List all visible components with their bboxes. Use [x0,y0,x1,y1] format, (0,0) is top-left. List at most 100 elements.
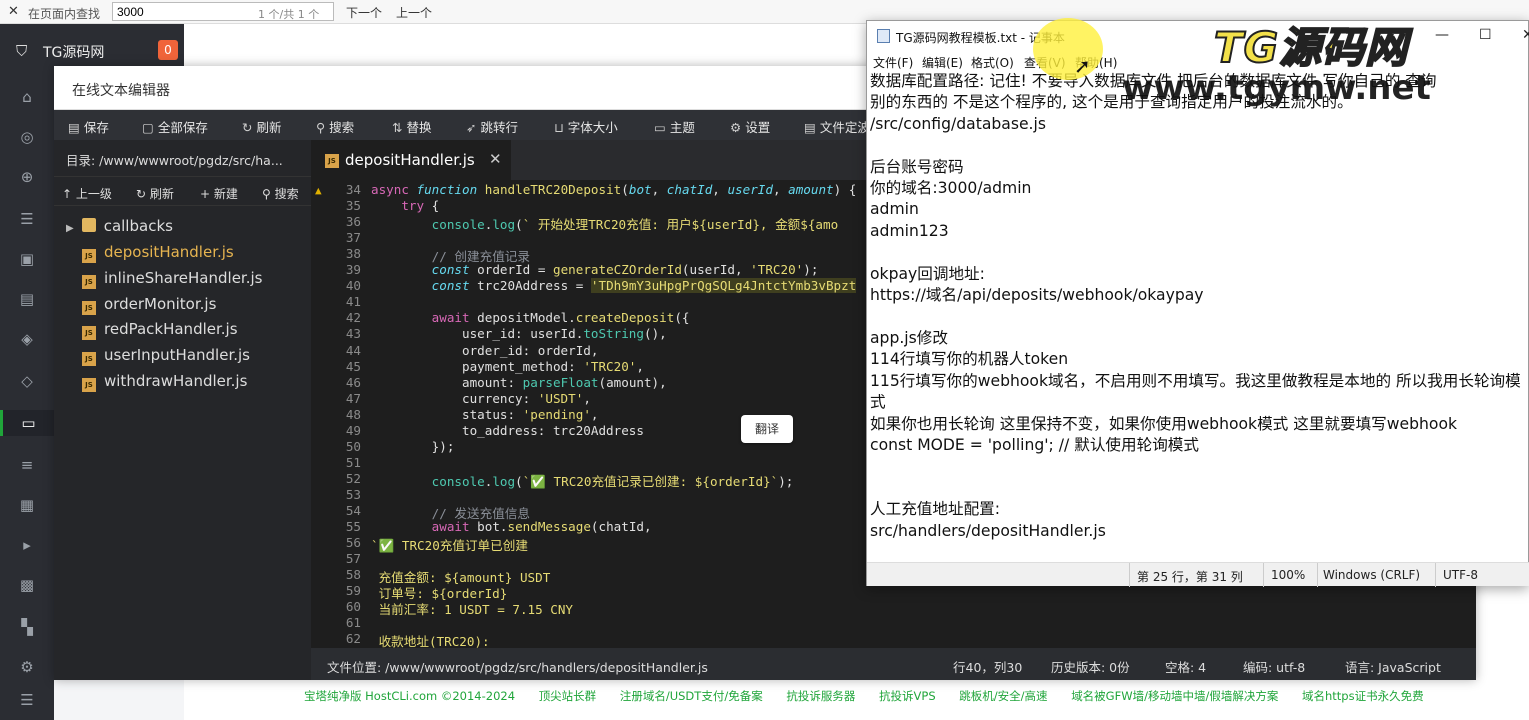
refresh-label: 刷新 [256,120,282,135]
new-file-label: 新建 [213,187,238,201]
code-line: console.log(` 开始处理TRC20充值: 用户${userId}, … [431,217,839,233]
tree-file-userinputhandler[interactable]: JS userInputHandler.js [82,346,250,372]
tree-folder-callbacks[interactable]: ▶ callbacks [66,217,173,243]
line-number: 57 [345,551,361,567]
line-number: 59 [345,583,361,599]
indent-setting[interactable]: 空格: 4 [1165,657,1206,676]
refresh-button[interactable]: ↻ 刷新 [242,117,282,136]
line-number: 47 [345,390,361,406]
firewall-icon[interactable]: ◇ [0,368,54,394]
language-setting[interactable]: 语言: JavaScript [1345,657,1441,676]
footer-link[interactable]: 顶尖站长群 [539,689,597,703]
tree-file-withdrawhandler[interactable]: JS withdrawHandler.js [82,372,247,398]
save-all-button[interactable]: ▢ 全部保存 [142,117,208,136]
find-prev-button[interactable]: 上一个 [396,4,432,21]
line-number: 40 [345,278,361,294]
code-line: try { [401,198,440,214]
js-file-icon: JS [82,352,96,366]
js-file-icon: JS [82,378,96,392]
line-number: 44 [345,342,361,358]
close-find-icon[interactable]: ✕ [8,4,19,19]
footer-link[interactable]: 宝塔纯净版 HostCLi.com ©2014-2024 [304,689,515,703]
line-number: 50 [345,438,361,454]
notepad-text-area[interactable]: 数据库配置路径: 记住! 不要导入数据库文件 把后台的数据库文件 写你自己的 查… [869,71,1528,561]
file-icon: ▤ [804,120,816,135]
footer-link[interactable]: 域名https证书永久免费 [1302,689,1424,703]
search-icon: ⚲ [316,120,326,135]
shield-logo-icon: ⛉ [16,42,28,60]
menu-file[interactable]: 文件(F) [873,54,913,71]
tab-deposithandler[interactable]: JS depositHandler.js ✕ [311,140,511,180]
code-line: order_id: orderId, [371,342,599,358]
settings-icon[interactable]: ⚙ [0,654,54,680]
maximize-icon[interactable]: ☐ [1479,27,1492,43]
encoding-setting[interactable]: 编码: utf-8 [1243,657,1305,676]
line-number: 51 [345,454,361,470]
apps-icon[interactable]: ▚ [0,614,54,640]
tree-file-redpackhandler[interactable]: JS redPackHandler.js [82,320,238,346]
tree-file-deposithandler[interactable]: JS depositHandler.js [82,243,234,269]
find-next-button[interactable]: 下一个 [346,4,382,21]
line-number: 48 [345,406,361,422]
search-button[interactable]: ⚲ 搜索 [316,117,354,136]
save-button[interactable]: ▤ 保存 [68,117,109,136]
status-divider [1263,563,1264,587]
code-line: payment_method: 'TRC20', [371,358,644,374]
menu-format[interactable]: 格式(O) [971,54,1014,71]
tree-item-label: withdrawHandler.js [104,372,248,390]
new-file-button[interactable]: + 新建 [200,185,238,202]
settings-button[interactable]: ⚙ 设置 [730,117,770,136]
footer-link[interactable]: 注册域名/USDT支付/免备案 [620,689,763,703]
go-up-button[interactable]: ↑ 上一级 [62,185,112,202]
tree-search-button[interactable]: ⚲ 搜索 [262,185,299,202]
line-number: 35 [345,198,361,214]
database-icon[interactable]: ☰ [0,206,54,232]
file-locate-label: 文件定波 [819,120,870,135]
notification-badge[interactable]: 0 [158,40,178,60]
tree-file-ordermonitor[interactable]: JS orderMonitor.js [82,295,216,321]
js-file-icon: JS [82,275,96,289]
code-line: amount: parseFloat(amount), [371,374,667,390]
minimize-icon[interactable]: — [1435,27,1449,43]
tree-refresh-button[interactable]: ↻ 刷新 [136,185,174,202]
home-icon[interactable]: ⌂ [0,84,54,110]
notepad-line: 后台账号密码 [870,157,964,176]
close-tab-icon[interactable]: ✕ [489,150,502,168]
menu-icon[interactable]: ☰ [0,687,54,713]
files-icon[interactable]: ▭ [0,410,54,436]
close-icon[interactable]: ✕ [1522,27,1529,43]
report-icon[interactable]: ▦ [0,492,54,518]
globe-icon[interactable]: ⊕ [0,164,54,190]
search-label: 搜索 [329,120,355,135]
goto-line-button[interactable]: ➶ 跳转行 [466,117,518,136]
code-line: `✅ TRC20充值订单已创建 [371,538,528,554]
website-icon[interactable]: ◎ [0,124,54,150]
file-locate-button[interactable]: ▤ 文件定波 [804,117,870,136]
font-size-button[interactable]: ⊔ 字体大小 [554,117,618,136]
cursor-highlight [1033,18,1103,80]
line-number: 49 [345,422,361,438]
docker-icon[interactable]: ▣ [0,246,54,272]
code-line: await depositModel.createDeposit({ [431,310,690,326]
footer-link[interactable]: 跳板机/安全/高速 [959,689,1047,703]
footer-link[interactable]: 域名被GFW墙/移动墙中墙/假墙解决方案 [1071,689,1278,703]
menu-edit[interactable]: 编辑(E) [922,54,963,71]
footer-link[interactable]: 抗投诉VPS [879,689,936,703]
js-file-icon: JS [82,249,96,263]
logs-icon[interactable]: ≡ [0,452,54,478]
calendar-icon[interactable]: ▩ [0,572,54,598]
history-versions[interactable]: 历史版本: 0份 [1051,657,1130,676]
tree-file-inlinesharehandler[interactable]: JS inlineShareHandler.js [82,269,262,295]
refresh-icon: ↻ [242,120,253,135]
translate-button[interactable]: 翻译 [741,415,793,443]
theme-button[interactable]: ▭ 主题 [654,117,695,136]
footer-links: 宝塔纯净版 HostCLi.com ©2014-2024 顶尖站长群 注册域名/… [184,680,1529,710]
gear-icon: ⚙ [730,120,742,135]
directory-path: 目录: /www/wwwroot/pgdz/src/ha... [66,153,283,168]
replace-button[interactable]: ⇅ 替换 [392,117,432,136]
notepad-icon [877,29,890,43]
footer-link[interactable]: 抗投诉服务器 [786,689,855,703]
terminal-icon[interactable]: ▸ [0,532,54,558]
monitor-icon[interactable]: ▤ [0,286,54,312]
shield-icon[interactable]: ◈ [0,326,54,352]
